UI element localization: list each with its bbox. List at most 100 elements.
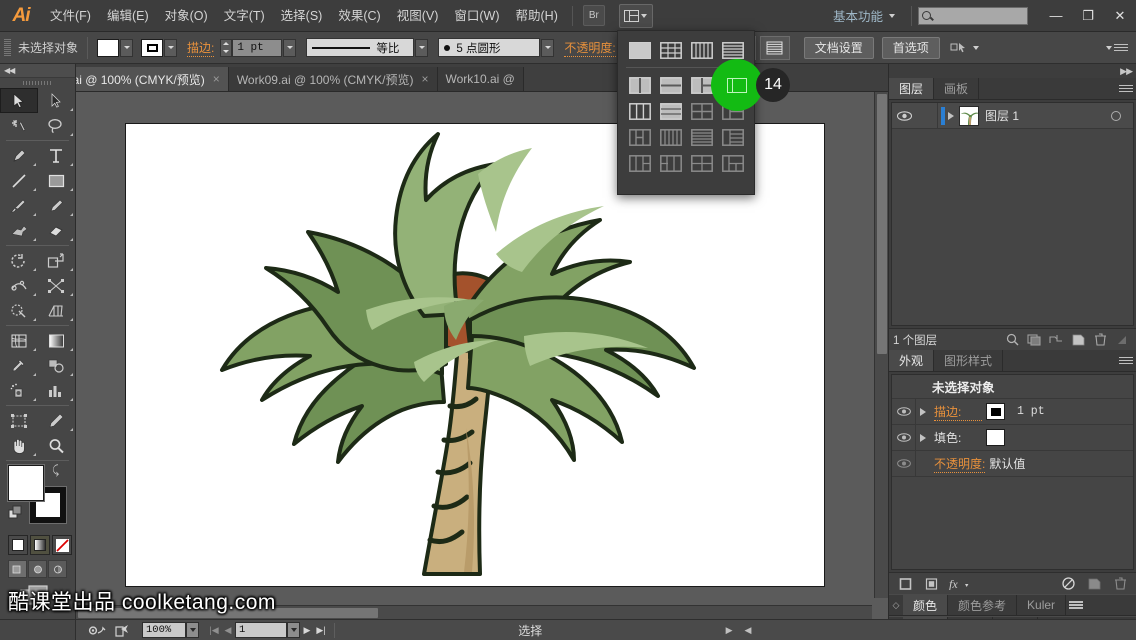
menu-help[interactable]: 帮助(H) — [508, 0, 566, 32]
canvas-area[interactable] — [76, 92, 888, 619]
tool-type[interactable] — [38, 143, 76, 168]
tab-artboards[interactable]: 画板 — [934, 78, 980, 99]
opacity-row-label[interactable]: 不透明度: — [934, 455, 986, 473]
tool-mesh[interactable] — [0, 328, 38, 353]
layout-quad-small-option[interactable] — [690, 101, 714, 121]
layout-split-a-option[interactable] — [628, 153, 652, 173]
artboard-dropdown-button[interactable] — [287, 622, 300, 638]
cursor-key-control[interactable] — [950, 41, 979, 55]
toolbox-drag-handle[interactable] — [0, 78, 75, 88]
opacity-visibility-toggle[interactable] — [892, 451, 916, 476]
menu-select[interactable]: 选择(S) — [273, 0, 331, 32]
workspace-switcher-button[interactable] — [618, 3, 653, 28]
layout-left-list-option[interactable] — [721, 127, 745, 147]
tool-eraser[interactable] — [38, 218, 76, 243]
make-subnlayer-button[interactable] — [1046, 331, 1066, 349]
draw-behind-button[interactable] — [28, 560, 47, 578]
tool-pencil[interactable] — [38, 193, 76, 218]
panel-drag-diamond-icon[interactable]: ◇ — [889, 595, 903, 615]
duplicate-item-button[interactable] — [1084, 575, 1104, 593]
menu-type[interactable]: 文字(T) — [216, 0, 273, 32]
stroke-profile-dropdown[interactable] — [415, 38, 429, 57]
layout-grid-option[interactable] — [659, 40, 683, 60]
layout-4col-option[interactable] — [659, 127, 683, 147]
canvas-vertical-scrollbar[interactable] — [874, 92, 888, 598]
workspace-layout-dropdown[interactable] — [617, 30, 755, 195]
menu-object[interactable]: 对象(O) — [157, 0, 216, 32]
none-mode-button[interactable] — [52, 535, 72, 555]
next-artboard-button[interactable]: ▶ — [300, 625, 314, 636]
first-artboard-button[interactable]: |◀ — [207, 625, 221, 636]
tool-gradient[interactable] — [38, 328, 76, 353]
tool-eyedropper[interactable] — [0, 353, 38, 378]
color-panel-menu-button[interactable] — [1066, 595, 1086, 615]
layer-row[interactable]: 图层 1 — [892, 103, 1133, 129]
stroke-row-label[interactable]: 描边: — [934, 403, 982, 421]
tool-blend[interactable] — [38, 353, 76, 378]
layout-split-b-option[interactable] — [659, 153, 683, 173]
preferences-button[interactable]: 首选项 — [881, 36, 940, 59]
bridge-button[interactable]: Br — [582, 5, 605, 26]
tool-shape-builder[interactable] — [0, 298, 38, 323]
menu-file[interactable]: 文件(F) — [42, 0, 99, 32]
layout-single-option[interactable] — [628, 40, 652, 60]
vertical-scroll-thumb[interactable] — [877, 94, 887, 354]
stroke-profile-combo[interactable]: 等比 — [306, 38, 415, 57]
tool-direct-selection[interactable] — [38, 88, 76, 113]
target-circle-icon[interactable] — [1111, 110, 1121, 121]
tab-color-guide[interactable]: 颜色参考 — [948, 595, 1018, 615]
tab-appearance[interactable]: 外观 — [889, 350, 935, 371]
tool-zoom[interactable] — [38, 433, 76, 458]
layers-panel-menu-button[interactable] — [1116, 78, 1136, 99]
brush-dropdown[interactable] — [541, 38, 555, 57]
tool-scale[interactable] — [38, 248, 76, 273]
make-clipping-mask-button[interactable] — [1024, 331, 1044, 349]
layout-split-c-option[interactable] — [690, 153, 714, 173]
layout-columns-option[interactable] — [690, 40, 714, 60]
tool-blob-brush[interactable] — [0, 218, 38, 243]
layout-2row-option[interactable] — [659, 75, 683, 95]
control-bar-grip[interactable] — [4, 38, 11, 57]
menu-edit[interactable]: 编辑(E) — [99, 0, 157, 32]
fill-color-swatch[interactable] — [97, 38, 120, 57]
fill-swatch-large[interactable] — [8, 465, 44, 501]
tool-lasso[interactable] — [38, 113, 76, 138]
control-bar-menu-button[interactable] — [1106, 41, 1128, 55]
document-tab-work09[interactable]: Work09.ai @ 100% (CMYK/预览) × — [228, 67, 438, 91]
tab-kuler[interactable]: Kuler — [1017, 595, 1067, 615]
delete-item-button[interactable] — [1110, 575, 1130, 593]
tool-perspective-grid[interactable] — [38, 298, 76, 323]
tool-line-segment[interactable] — [0, 168, 38, 193]
status-expand-button[interactable]: ▶ — [720, 625, 739, 636]
fill-dropdown-button[interactable] — [120, 38, 134, 57]
rows-panel-button[interactable] — [759, 35, 790, 60]
dock-collapse-button[interactable]: ▶▶ — [889, 64, 1136, 78]
close-icon[interactable]: × — [422, 72, 429, 86]
zoom-level-field[interactable]: 100% — [142, 622, 186, 638]
clear-appearance-button[interactable] — [1058, 575, 1078, 593]
locate-object-button[interactable] — [1002, 331, 1022, 349]
add-new-effect-button[interactable]: fx — [947, 575, 973, 593]
tool-free-transform[interactable] — [38, 273, 76, 298]
window-close-button[interactable]: ✕ — [1104, 4, 1136, 28]
stroke-weight-stepper[interactable] — [220, 38, 233, 57]
opacity-row-value[interactable]: 默认值 — [989, 455, 1025, 472]
fill-visibility-toggle[interactable] — [892, 425, 916, 450]
zoom-dropdown-button[interactable] — [186, 622, 199, 638]
expand-triangle-icon[interactable] — [948, 111, 954, 120]
stroke-row-swatch[interactable] — [986, 403, 1005, 420]
layout-3row-option[interactable] — [659, 101, 683, 121]
share-button[interactable] — [110, 622, 136, 639]
workspace-chevron-icon[interactable] — [889, 13, 895, 18]
close-icon[interactable]: × — [213, 72, 220, 86]
tool-selection[interactable] — [0, 88, 38, 113]
tool-slice[interactable] — [38, 408, 76, 433]
delete-layer-button[interactable] — [1090, 331, 1110, 349]
tool-rectangle[interactable] — [38, 168, 76, 193]
layers-list[interactable]: 图层 1 — [891, 102, 1134, 326]
stroke-row-value[interactable]: 1 pt — [1017, 405, 1045, 418]
default-fill-stroke-icon[interactable] — [8, 505, 24, 521]
tool-paintbrush[interactable] — [0, 193, 38, 218]
appearance-list[interactable]: 未选择对象 描边: 1 pt 填色: 不透明度: 默认值 — [891, 374, 1134, 570]
menu-effect[interactable]: 效果(C) — [330, 0, 388, 32]
